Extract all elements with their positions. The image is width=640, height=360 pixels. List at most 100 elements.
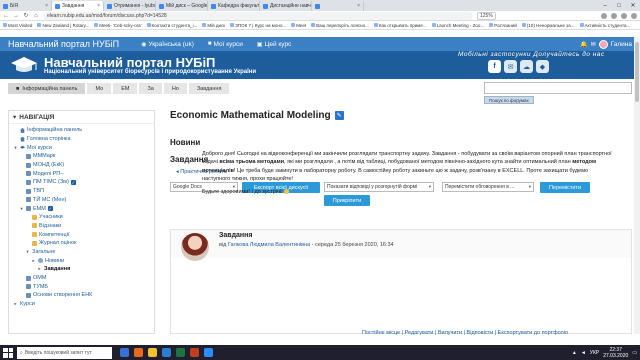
clock[interactable]: 22:37 27.03.2020 xyxy=(603,347,628,359)
breadcrumb-current[interactable]: Завдання xyxy=(188,83,230,94)
home-icon[interactable]: ⌂ xyxy=(33,13,39,19)
word-icon[interactable] xyxy=(162,348,171,357)
browser-tab[interactable]: Отримання - lyubovat@× xyxy=(104,1,156,11)
powerpoint-icon[interactable] xyxy=(190,348,199,357)
menu-my-courses[interactable]: ■ Мої курси xyxy=(208,41,243,48)
forward-icon[interactable]: → xyxy=(13,13,19,19)
bookmark-item[interactable]: Meeti- 'Ceb-scky-ora' xyxy=(94,23,142,28)
collapse-icon[interactable]: ▾ xyxy=(13,113,16,121)
sidebar-item[interactable]: ТЙ МС (Мен) xyxy=(13,196,150,205)
email-icon[interactable]: ✉ xyxy=(504,60,517,73)
bookmark-item[interactable]: Роз'язаний xyxy=(489,23,517,28)
breadcrumb-dashboard[interactable]: ■ Інформаційна панель xyxy=(8,83,86,94)
sidebar-item[interactable]: Журнал оцінок xyxy=(13,239,150,248)
bookmark-item[interactable]: New Zealand | Rotary... xyxy=(37,23,89,28)
sidebar-item[interactable]: ▸ Курси xyxy=(13,300,150,309)
sidebar-item[interactable]: Головна сторінка xyxy=(13,135,150,144)
breadcrumb-item[interactable]: За xyxy=(139,83,162,94)
user-menu[interactable]: 🔔 ✉ Галина xyxy=(580,39,632,49)
expand-arrow-icon[interactable]: ▸ xyxy=(13,301,18,307)
sidebar-item[interactable]: ▸ Завдання xyxy=(13,265,150,274)
cloud-icon[interactable]: ☁ xyxy=(520,60,533,73)
sidebar-item[interactable]: ▾ Загальне xyxy=(13,248,150,257)
sidebar-item[interactable]: Учасники xyxy=(13,213,150,222)
expand-arrow-icon[interactable]: ▸ xyxy=(37,266,42,272)
file-explorer-icon[interactable] xyxy=(148,348,157,357)
close-icon[interactable]: ✕ xyxy=(626,0,640,11)
sidebar-item[interactable]: ТВП xyxy=(13,187,150,196)
sidebar-item[interactable]: ▸ Новини xyxy=(13,256,150,265)
bookmark-item[interactable]: Ваш перепоріть поясно... xyxy=(311,23,369,28)
minimize-icon[interactable]: – xyxy=(598,0,612,11)
volume-icon[interactable]: ◄ xyxy=(581,350,586,356)
sidebar-item[interactable]: ▾ Мої курси xyxy=(13,143,150,152)
navigation-heading[interactable]: ▾ НАВІГАЦІЯ xyxy=(9,111,154,124)
bookmark-item[interactable]: Most Visited xyxy=(3,23,32,28)
network-icon[interactable]: ▲ xyxy=(572,350,577,356)
breadcrumb-item[interactable]: ЕМ xyxy=(113,83,138,94)
zoom-app-icon[interactable] xyxy=(204,348,213,357)
notification-icon[interactable]: 🔔 xyxy=(580,41,587,48)
menu-icon[interactable] xyxy=(631,12,637,19)
zoom-level[interactable]: 125% xyxy=(477,11,496,20)
messages-icon[interactable]: ✉ xyxy=(591,41,596,48)
sidebar-item[interactable]: ММMарк xyxy=(13,152,150,161)
scrollbar-thumb[interactable] xyxy=(635,42,639,102)
expand-arrow-icon[interactable]: ▾ xyxy=(13,145,18,151)
tab-close-icon[interactable]: × xyxy=(97,3,100,9)
site-brand-link[interactable]: Навчальний портал НУБіП xyxy=(8,39,119,49)
breadcrumb-item[interactable]: Но xyxy=(163,83,187,94)
facebook-icon[interactable]: f xyxy=(488,60,501,73)
expand-arrow-icon[interactable]: ▸ xyxy=(31,258,36,264)
menu-this-course[interactable]: ▣ Цей курс xyxy=(257,41,292,48)
sidebar-toggle-icon[interactable] xyxy=(611,12,617,19)
sidebar-item[interactable]: ТУМБ xyxy=(13,282,150,291)
bookmark-item[interactable]: Мій диск xyxy=(202,23,225,28)
language-indicator[interactable]: УКР xyxy=(590,350,599,356)
breadcrumb-item[interactable]: Мо xyxy=(87,83,112,94)
sidebar-item[interactable]: Компетенції xyxy=(13,230,150,239)
browser-tab[interactable]: Завдання × xyxy=(52,1,104,11)
sidebar-item[interactable]: МОНД (ЕкК) xyxy=(13,161,150,170)
bookmark-item[interactable]: Meet xyxy=(291,23,306,28)
maximize-icon[interactable]: □ xyxy=(612,0,626,11)
post-commands[interactable]: Постійне місце | Редагувати | Вилучити |… xyxy=(362,330,568,336)
browser-tab[interactable]: БіЯ × xyxy=(0,1,52,11)
sidebar-item[interactable]: Основи створення ЕНК xyxy=(13,291,150,300)
forum-search-input[interactable] xyxy=(484,82,632,94)
bookmark-item[interactable]: (10) Ненормальне за... xyxy=(521,23,575,28)
tab-close-icon[interactable]: × xyxy=(45,3,48,9)
tab-close-icon[interactable]: × xyxy=(357,3,360,9)
bookmark-item[interactable]: Как открывать приме... xyxy=(373,23,427,28)
sidebar-item[interactable]: ПМ ТІМС (Зм) ✓ xyxy=(13,178,150,187)
author-avatar[interactable] xyxy=(181,233,209,261)
menu-language[interactable]: ◉ Українська (uk) xyxy=(141,41,194,48)
expand-arrow-icon[interactable]: ▾ xyxy=(25,249,30,255)
bookmark-item[interactable]: Контакти студента_i... xyxy=(146,23,197,28)
taskbar-search-input[interactable]: ⌕ Введіть пошуковий запит тут xyxy=(17,346,112,359)
notifications-icon[interactable]: ▭ xyxy=(632,350,637,356)
browser-tab[interactable]: Дистанційне навчання на кафедрі× xyxy=(260,1,312,11)
expand-arrow-icon[interactable]: ▾ xyxy=(19,206,24,212)
sidebar-item[interactable]: Моделі РП-- xyxy=(13,169,150,178)
pin-button[interactable]: Прикріпити xyxy=(324,195,370,206)
library-icon[interactable] xyxy=(601,12,607,19)
sidebar-item[interactable]: ▾ ЕММ ✓ xyxy=(13,204,150,213)
back-icon[interactable]: ← xyxy=(3,13,9,19)
edit-icon[interactable]: ✎ xyxy=(334,111,344,120)
sidebar-item[interactable]: Відзнаки xyxy=(13,222,150,231)
browser-tab[interactable]: Мій диск – Google Диск× xyxy=(156,1,208,11)
windows-start-icon[interactable] xyxy=(3,347,13,358)
bookmark-item[interactable]: Активність студента... xyxy=(579,23,630,28)
bookmark-item[interactable]: ЗПОК 7 | Курс на моно... xyxy=(230,23,286,28)
bookmark-item[interactable]: Launch Meeting - Zoo... xyxy=(431,23,484,28)
browser-tab[interactable]: Кафедра факультету× xyxy=(208,1,260,11)
sidebar-item[interactable]: ОММ xyxy=(13,274,150,283)
url-bar[interactable]: elearn.nubip.edu.ua/mod/forum/discuss.ph… xyxy=(43,11,473,20)
task-view-icon[interactable] xyxy=(120,348,129,357)
account-icon[interactable] xyxy=(621,12,627,19)
browser-tab[interactable]: × xyxy=(312,1,364,11)
excel-icon[interactable] xyxy=(176,348,185,357)
app-icon[interactable]: ◆ xyxy=(536,60,549,73)
author-link[interactable]: Галкова Людмила Валентинівна xyxy=(228,242,310,248)
